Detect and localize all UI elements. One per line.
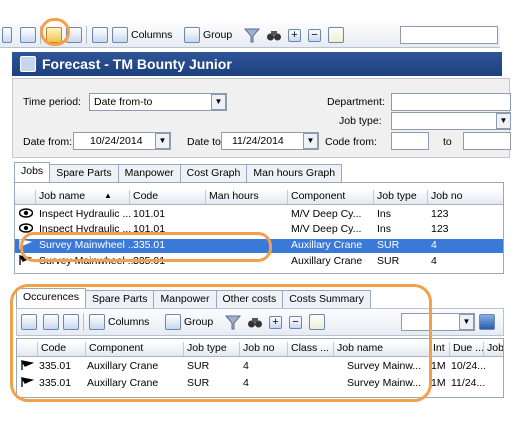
toolbar-search-input[interactable] <box>400 26 498 44</box>
col-job-name[interactable]: Job name <box>35 190 129 204</box>
highlight-oval-bottom <box>10 284 432 402</box>
save-icon <box>479 314 495 330</box>
job-type-label: Job type: <box>339 115 382 127</box>
tab-manpower[interactable]: Manpower <box>117 164 181 182</box>
app-icon <box>20 56 36 72</box>
plus-icon: + <box>288 28 301 42</box>
job-no-cell: 4 <box>431 239 437 251</box>
col-int[interactable]: Int <box>429 342 449 356</box>
group-label: Group <box>203 29 233 41</box>
time-period-label: Time period: <box>23 96 81 108</box>
component-cell: Auxillary Crane <box>291 255 363 267</box>
columns-label: Columns <box>131 29 173 41</box>
col-due[interactable]: Due ... <box>449 342 484 356</box>
date-from-label: Date from: <box>23 136 73 148</box>
component-cell: M/V Deep Cy... <box>291 208 362 220</box>
collapse-button[interactable]: − <box>308 26 321 44</box>
date-from-value: 10/24/2014 <box>90 135 143 147</box>
code-from-input[interactable] <box>391 132 429 150</box>
col-man-hours[interactable]: Man hours <box>205 190 287 204</box>
table-row[interactable]: Inspect Hydraulic ... 101.01 M/V Deep Cy… <box>15 208 503 222</box>
group-button[interactable]: Group <box>184 26 232 44</box>
top-tab-strip: Jobs Spare Parts Manpower Cost Graph Man… <box>14 162 343 182</box>
dropdown-toggle[interactable] <box>2 26 12 44</box>
filter-button[interactable] <box>244 26 260 44</box>
code-to-input[interactable] <box>463 132 511 150</box>
component-cell: Auxillary Crane <box>291 239 363 251</box>
tab-man-hours-graph[interactable]: Man hours Graph <box>246 164 343 182</box>
main-toolbar: Columns Group + − <box>0 22 500 48</box>
job-type-cell: SUR <box>377 239 400 251</box>
component-cell: M/V Deep Cy... <box>291 223 362 235</box>
col-job[interactable]: Job <box>483 342 503 356</box>
code-from-label: Code from: <box>325 136 377 148</box>
forecast-window: Columns Group + − Forecast - TM Bounty J… <box>0 0 523 427</box>
job-no-cell: 4 <box>431 255 437 267</box>
chevron-down-icon[interactable]: ▼ <box>459 314 474 330</box>
find-button[interactable] <box>266 26 282 44</box>
time-period-value: Date from-to <box>94 96 153 108</box>
copy-icon <box>328 27 344 43</box>
columns-button[interactable]: Columns <box>112 26 172 44</box>
preview-icon <box>92 27 108 43</box>
tab-cost-graph[interactable]: Cost Graph <box>179 164 248 182</box>
time-period-select[interactable]: Date from-to <box>89 93 227 111</box>
job-type-cell: Ins <box>377 208 392 220</box>
highlight-oval-row <box>20 232 272 262</box>
chevron-down-icon[interactable]: ▼ <box>303 133 318 149</box>
col-code[interactable]: Code <box>129 190 205 204</box>
chevron-down-icon[interactable]: ▼ <box>155 133 170 149</box>
window-titlebar: Forecast - TM Bounty Junior <box>12 52 502 76</box>
int-cell: 1M <box>431 377 446 389</box>
job-name-cell: Inspect Hydraulic ... <box>39 208 132 220</box>
window-title: Forecast - TM Bounty Junior <box>42 56 232 72</box>
job-no-cell: 123 <box>431 208 449 220</box>
date-to-label: Date to: <box>187 136 224 148</box>
printer-icon <box>20 27 36 43</box>
sort-asc-icon: ▲ <box>104 191 112 200</box>
department-input[interactable] <box>391 93 511 111</box>
code-cell: 101.01 <box>133 208 166 220</box>
minus-icon: − <box>308 28 321 42</box>
col-job-type[interactable]: Job type <box>373 190 427 204</box>
copy-button[interactable] <box>328 26 344 44</box>
department-label: Department: <box>327 96 385 108</box>
jobs-grid-header: Job name ▲ Code Man hours Component Job … <box>15 189 503 205</box>
date-to-value: 11/24/2014 <box>232 135 284 147</box>
chevron-down-icon <box>2 27 12 43</box>
code-to-label: to <box>443 136 452 148</box>
col-job-no[interactable]: Job no <box>427 190 503 204</box>
preview-button[interactable] <box>92 26 108 44</box>
job-type-cell: SUR <box>377 255 400 267</box>
chevron-down-icon[interactable]: ▼ <box>496 113 511 129</box>
tab-jobs[interactable]: Jobs <box>14 162 51 182</box>
eye-icon <box>18 208 34 221</box>
highlight-oval-toolbar <box>40 18 70 46</box>
save-button[interactable] <box>479 313 495 331</box>
job-no-cell: 123 <box>431 223 449 235</box>
chevron-down-icon[interactable]: ▼ <box>211 94 226 110</box>
col-component[interactable]: Component <box>287 190 373 204</box>
tab-spare-parts[interactable]: Spare Parts <box>49 164 119 182</box>
expand-button[interactable]: + <box>288 26 301 44</box>
columns-icon <box>112 27 128 43</box>
job-type-select[interactable] <box>391 112 511 130</box>
filter-panel: Time period: Date from-to ▼ Department: … <box>12 78 511 158</box>
job-type-cell: Ins <box>377 223 392 235</box>
group-icon <box>184 27 200 43</box>
funnel-icon <box>244 28 260 43</box>
int-cell: 1M <box>431 360 446 372</box>
print-button[interactable] <box>20 26 36 44</box>
due-cell: 10/24... <box>451 360 487 372</box>
due-cell: 11/24... <box>451 377 486 389</box>
binoculars-icon <box>267 31 281 41</box>
